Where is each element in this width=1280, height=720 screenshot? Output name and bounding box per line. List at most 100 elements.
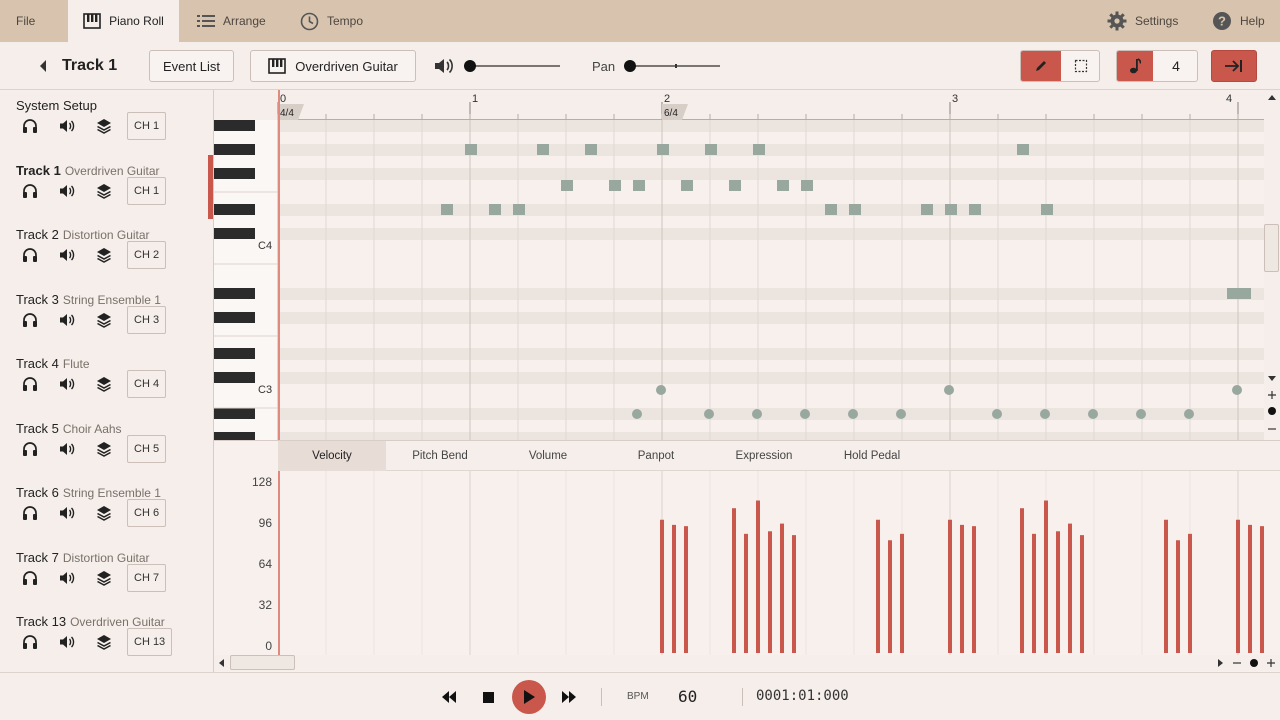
black-key[interactable] xyxy=(214,408,255,419)
velocity-bar[interactable] xyxy=(876,519,880,653)
pan-slider-knob[interactable] xyxy=(624,60,636,72)
tab-tempo[interactable]: Tempo xyxy=(300,0,363,42)
volume-icon[interactable] xyxy=(434,57,454,75)
channel-select[interactable]: CH 2 xyxy=(127,241,167,269)
velocity-bar[interactable] xyxy=(1044,500,1048,653)
track-row[interactable]: Track 6 String Ensemble 1 CH 6 xyxy=(0,485,214,549)
headphones-icon[interactable] xyxy=(20,632,40,652)
speaker-icon[interactable] xyxy=(57,439,77,459)
track-row[interactable]: Track 4 Flute CH 4 xyxy=(0,356,214,420)
note[interactable] xyxy=(681,180,693,191)
channel-select[interactable]: CH 6 xyxy=(127,499,167,527)
track-row[interactable]: Track 2 Distortion Guitar CH 2 xyxy=(0,227,214,291)
channel-select[interactable]: CH 1 xyxy=(127,176,167,205)
note[interactable] xyxy=(513,204,525,215)
velocity-bar[interactable] xyxy=(1176,540,1180,653)
zoom-dot-icon[interactable] xyxy=(1268,407,1276,415)
controller-tab[interactable]: Velocity xyxy=(278,441,386,471)
note[interactable] xyxy=(561,180,573,191)
velocity-bar[interactable] xyxy=(1248,524,1252,653)
tab-piano-roll[interactable]: Piano Roll xyxy=(68,0,179,42)
note[interactable] xyxy=(945,204,957,215)
drum-note[interactable] xyxy=(944,385,954,395)
speaker-icon[interactable] xyxy=(57,568,77,588)
drum-note[interactable] xyxy=(1088,409,1098,419)
note[interactable] xyxy=(705,144,717,155)
velocity-bar[interactable] xyxy=(1080,535,1084,653)
drum-note[interactable] xyxy=(1136,409,1146,419)
velocity-bar[interactable] xyxy=(1236,519,1240,653)
headphones-icon[interactable] xyxy=(20,245,40,265)
track-row[interactable]: Track 13 Overdriven Guitar CH 13 xyxy=(0,614,214,678)
selection-tool-button[interactable] xyxy=(1061,51,1099,81)
scroll-down-icon[interactable] xyxy=(1268,376,1276,382)
piano-keyboard[interactable]: C4 C3 xyxy=(214,120,278,440)
back-arrow-icon[interactable] xyxy=(38,59,48,73)
black-key[interactable] xyxy=(214,120,255,131)
drum-note[interactable] xyxy=(752,409,762,419)
velocity-bar[interactable] xyxy=(1164,519,1168,653)
h-zoom-dot-icon[interactable] xyxy=(1250,659,1258,667)
velocity-bar[interactable] xyxy=(672,524,676,653)
note[interactable] xyxy=(729,180,741,191)
note[interactable] xyxy=(825,204,837,215)
layers-icon[interactable] xyxy=(94,632,114,652)
event-list-button[interactable]: Event List xyxy=(149,50,234,82)
drum-note[interactable] xyxy=(656,385,666,395)
layers-icon[interactable] xyxy=(94,116,114,136)
controller-tab[interactable]: Volume xyxy=(494,441,602,471)
speaker-icon[interactable] xyxy=(57,632,77,652)
black-key[interactable] xyxy=(214,288,255,299)
black-key[interactable] xyxy=(214,312,255,323)
note[interactable] xyxy=(1017,144,1029,155)
layers-icon[interactable] xyxy=(94,568,114,588)
velocity-bar[interactable] xyxy=(792,535,796,653)
pencil-tool-button[interactable] xyxy=(1021,51,1061,81)
vertical-scrollbar[interactable] xyxy=(1264,90,1280,440)
speaker-icon[interactable] xyxy=(57,503,77,523)
track-row[interactable]: Track 7 Distortion Guitar CH 7 xyxy=(0,550,214,614)
track-row[interactable]: Track 1 Overdriven Guitar CH 1 xyxy=(0,163,214,227)
tab-arrange[interactable]: Arrange xyxy=(197,0,266,42)
black-key[interactable] xyxy=(214,432,255,440)
note[interactable] xyxy=(753,144,765,155)
layers-icon[interactable] xyxy=(94,310,114,330)
channel-select[interactable]: CH 3 xyxy=(127,305,167,334)
headphones-icon[interactable] xyxy=(20,374,40,394)
menu-file[interactable]: File xyxy=(16,0,35,42)
channel-select[interactable]: CH 13 xyxy=(127,628,173,656)
horizontal-scroll-thumb[interactable] xyxy=(230,655,295,670)
headphones-icon[interactable] xyxy=(20,439,40,459)
note[interactable] xyxy=(609,180,621,191)
velocity-bar[interactable] xyxy=(768,531,772,653)
drum-note[interactable] xyxy=(800,409,810,419)
headphones-icon[interactable] xyxy=(20,503,40,523)
velocity-bar[interactable] xyxy=(684,526,688,653)
timeline-ruler[interactable]: 0 1 2 3 4 4/4 6/4 xyxy=(214,90,1280,120)
quantize-value[interactable]: 4 xyxy=(1153,51,1197,81)
note[interactable] xyxy=(1227,288,1251,299)
speaker-icon[interactable] xyxy=(57,374,77,394)
note[interactable] xyxy=(849,204,861,215)
note[interactable] xyxy=(777,180,789,191)
layers-icon[interactable] xyxy=(94,439,114,459)
scroll-up-icon[interactable] xyxy=(1268,94,1276,100)
note[interactable] xyxy=(537,144,549,155)
stop-button[interactable] xyxy=(483,692,494,703)
note[interactable] xyxy=(465,144,477,155)
scroll-right-icon[interactable] xyxy=(1218,659,1224,667)
drum-note[interactable] xyxy=(848,409,858,419)
drum-note[interactable] xyxy=(896,409,906,419)
h-zoom-out-icon[interactable] xyxy=(1232,658,1242,668)
instrument-button[interactable]: Overdriven Guitar xyxy=(250,50,416,82)
rewind-icon[interactable] xyxy=(441,691,457,703)
headphones-icon[interactable] xyxy=(20,181,40,201)
drum-note[interactable] xyxy=(992,409,1002,419)
layers-icon[interactable] xyxy=(94,181,114,201)
velocity-bar[interactable] xyxy=(888,540,892,653)
note[interactable] xyxy=(441,204,453,215)
velocity-bar[interactable] xyxy=(1260,526,1264,653)
fast-forward-icon[interactable] xyxy=(561,691,577,703)
black-key[interactable] xyxy=(214,204,255,215)
volume-slider-knob[interactable] xyxy=(464,60,476,72)
